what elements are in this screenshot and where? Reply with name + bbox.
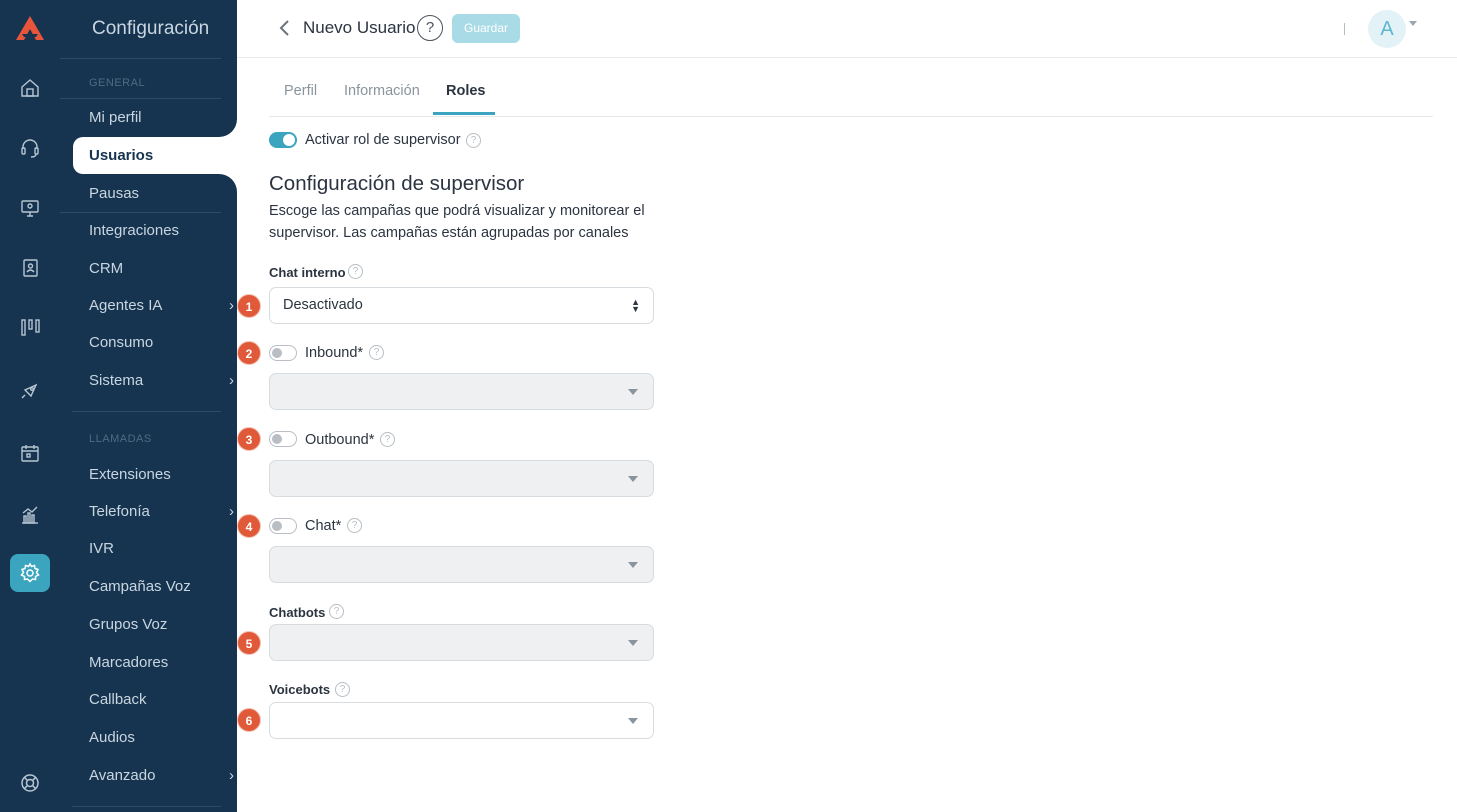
sort-arrows-icon: ▲ ▼: [631, 297, 640, 314]
help-icon[interactable]: ?: [335, 682, 350, 697]
step-badge: 1: [237, 294, 261, 318]
inbound-toggle[interactable]: [269, 345, 297, 361]
step-badge: 4: [237, 514, 261, 538]
chat-interno-select[interactable]: Desactivado ▲ ▼: [269, 287, 654, 324]
chatbots-select[interactable]: [269, 624, 654, 661]
sidebar-item-usuarios[interactable]: Usuarios: [89, 146, 239, 166]
section-heading: Configuración de supervisor: [269, 172, 525, 195]
config-sidebar: Configuración GENERAL Mi perfil Usuarios…: [60, 0, 241, 812]
sidebar-item-grupos-voz[interactable]: Grupos Voz: [89, 615, 239, 635]
voicebots-label: Voicebots: [269, 682, 331, 697]
outbound-toggle[interactable]: [269, 431, 297, 447]
contacts-book-icon[interactable]: [16, 254, 44, 282]
section-llamadas: LLAMADAS: [89, 433, 152, 445]
divider: [1344, 23, 1345, 35]
gear-icon[interactable]: [10, 554, 50, 592]
sidebar-item-campanas-voz[interactable]: Campañas Voz: [89, 577, 239, 597]
sidebar-item-callback[interactable]: Callback: [89, 690, 239, 710]
divider: [72, 411, 221, 412]
divider: [60, 212, 221, 213]
chat-select[interactable]: [269, 546, 654, 583]
rocket-icon[interactable]: [16, 376, 44, 404]
sidebar-item-integraciones[interactable]: Integraciones: [89, 221, 239, 241]
support-icon[interactable]: [16, 769, 44, 797]
back-arrow-icon[interactable]: [277, 17, 293, 39]
section-description: Escoge las campañas que podrá visualizar…: [269, 203, 645, 241]
tab-roles[interactable]: Roles: [446, 83, 486, 99]
inbound-label: Inbound*: [305, 345, 364, 361]
sidebar-item-mi-perfil[interactable]: Mi perfil: [89, 108, 239, 128]
outbound-label: Outbound*: [305, 432, 375, 448]
outbound-select[interactable]: [269, 460, 654, 497]
supervisor-toggle-label: Activar rol de supervisor: [305, 132, 461, 148]
avatar[interactable]: A: [1368, 10, 1406, 48]
help-button[interactable]: ?: [417, 15, 443, 41]
caret-down-icon[interactable]: [1409, 21, 1417, 26]
sidebar-item-avanzado[interactable]: Avanzado ›: [89, 766, 239, 786]
dropdown-arrow-icon: [628, 640, 638, 646]
section-general: GENERAL: [89, 77, 146, 89]
top-bar: Nuevo Usuario ? Guardar A: [237, 0, 1457, 58]
chat-interno-label: Chat interno: [269, 265, 346, 280]
calendar-icon[interactable]: [16, 439, 44, 467]
save-button[interactable]: Guardar: [452, 14, 520, 43]
sidebar-item-agentes-ia[interactable]: Agentes IA ›: [89, 296, 239, 316]
sidebar-item-marcadores[interactable]: Marcadores: [89, 653, 239, 673]
divider: [72, 806, 221, 807]
dropdown-arrow-icon: [628, 389, 638, 395]
chat-toggle[interactable]: [269, 518, 297, 534]
help-icon[interactable]: ?: [347, 518, 362, 533]
chevron-right-icon: ›: [229, 767, 234, 784]
chevron-right-icon: ›: [229, 297, 234, 314]
headset-icon[interactable]: [16, 134, 44, 162]
sidebar-item-sistema[interactable]: Sistema ›: [89, 371, 239, 391]
active-tab-indicator: [433, 112, 495, 115]
chatbots-label: Chatbots: [269, 605, 326, 620]
sidebar-item-pausas[interactable]: Pausas: [89, 184, 239, 204]
step-badge: 3: [237, 427, 261, 451]
dropdown-arrow-icon: [628, 562, 638, 568]
sidebar-item-telefonia[interactable]: Telefonía ›: [89, 502, 239, 522]
chevron-right-icon: ›: [229, 372, 234, 389]
sidebar-item-consumo[interactable]: Consumo: [89, 333, 239, 353]
analytics-icon[interactable]: [16, 501, 44, 529]
sidebar-item-audios[interactable]: Audios: [89, 728, 239, 748]
page-title: Nuevo Usuario: [303, 18, 416, 37]
sidebar-item-extensiones[interactable]: Extensiones: [89, 465, 239, 485]
chat-interno-value: Desactivado: [283, 297, 363, 313]
dropdown-arrow-icon: [628, 476, 638, 482]
tab-informacion[interactable]: Información: [344, 83, 420, 99]
monitor-icon[interactable]: [16, 194, 44, 222]
tabs: Perfil Información Roles: [269, 58, 1433, 117]
dropdown-arrow-icon: [628, 718, 638, 724]
home-icon[interactable]: [16, 74, 44, 102]
step-badge: 6: [237, 708, 261, 732]
sidebar-title: Configuración: [92, 18, 210, 39]
inbound-select[interactable]: [269, 373, 654, 410]
step-badge: 2: [237, 341, 261, 365]
step-badge: 5: [237, 631, 261, 655]
help-icon[interactable]: ?: [329, 604, 344, 619]
help-icon[interactable]: ?: [369, 345, 384, 360]
help-icon[interactable]: ?: [380, 432, 395, 447]
supervisor-toggle[interactable]: [269, 132, 297, 148]
divider: [60, 98, 221, 99]
help-icon[interactable]: ?: [348, 264, 363, 279]
help-icon[interactable]: ?: [466, 133, 481, 148]
chat-label: Chat*: [305, 518, 342, 534]
voicebots-select[interactable]: [269, 702, 654, 739]
divider: [60, 58, 221, 59]
kanban-icon[interactable]: [16, 313, 44, 341]
logo-icon[interactable]: [14, 14, 46, 42]
icon-rail: [0, 0, 60, 812]
tab-perfil[interactable]: Perfil: [284, 83, 317, 99]
sidebar-item-ivr[interactable]: IVR: [89, 539, 239, 559]
sidebar-item-crm[interactable]: CRM: [89, 259, 239, 279]
chevron-right-icon: ›: [229, 503, 234, 520]
